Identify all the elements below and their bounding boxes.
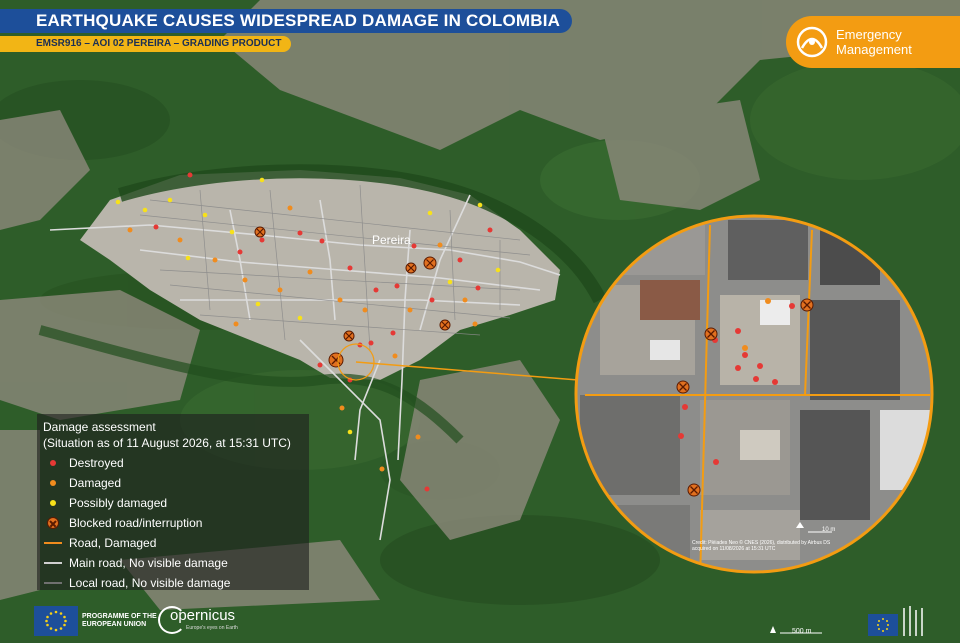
legend-dot-icon: [50, 460, 56, 466]
legend-dot-icon: [50, 480, 56, 486]
copernicus-tagline: Europe's eyes on Earth: [186, 625, 238, 631]
legend-item-label: Local road, No visible damage: [69, 576, 231, 590]
inset-credit-line-1: Credit: Pléiades Neo © CNES (2026), dist…: [692, 539, 831, 546]
inset-credit-line-2: acquired on 11/08/2026 at 15:31 UTC: [692, 546, 776, 552]
legend-item-label: Damaged: [69, 476, 122, 490]
legend-item-label: Main road, No visible damage: [69, 556, 228, 570]
legend-item-label: Road, Damaged: [69, 536, 157, 550]
emergency-management-logo-icon: [796, 26, 828, 58]
legend-item: Possibly damaged: [43, 494, 167, 512]
legend-item-label: Destroyed: [69, 456, 124, 470]
legend-item-label: Blocked road/interruption: [69, 516, 203, 530]
north-arrow-icon: [770, 626, 776, 633]
badge-line-2: Management: [836, 42, 912, 57]
scale-label: 500 m: [792, 628, 812, 635]
legend-item-label: Possibly damaged: [69, 496, 168, 510]
legend-item: Road, Damaged: [43, 534, 156, 552]
legend-dot-icon: [50, 500, 56, 506]
european-commission-logo-icon: [866, 604, 926, 638]
legend-item: Local road, No visible damage: [43, 574, 230, 592]
legend-title: Damage assessment: [43, 420, 156, 434]
legend-subtitle: (Situation as of 11 August 2026, at 15:3…: [43, 436, 291, 450]
copernicus-wordmark: opernicus: [170, 607, 236, 624]
legend-item: Damaged: [43, 474, 121, 492]
inset-scale-label: 10 m: [822, 527, 835, 533]
legend-item: Destroyed: [43, 454, 124, 472]
city-label: Pereira: [372, 233, 411, 247]
blocked-road-icon: [47, 517, 59, 529]
badge-line-1: Emergency: [836, 27, 902, 42]
legend-line-icon: [44, 582, 62, 584]
legend-item: Blocked road/interruption: [43, 514, 202, 532]
eu-flag-icon: [34, 606, 78, 636]
legend-line-icon: [44, 562, 62, 564]
map-subtitle: EMSR916 – AOI 02 PEREIRA – GRADING PRODU…: [0, 36, 292, 52]
legend-line-icon: [44, 542, 62, 544]
legend-item: Main road, No visible damage: [43, 554, 228, 572]
map-title: EARTHQUAKE CAUSES WIDESPREAD DAMAGE IN C…: [0, 9, 573, 33]
damage-legend: Damage assessment (Situation as of 11 Au…: [37, 414, 309, 590]
eu-programme-label: PROGRAMME OF THE EUROPEAN UNION: [82, 613, 157, 628]
emergency-management-badge: Emergency Management: [786, 16, 960, 68]
